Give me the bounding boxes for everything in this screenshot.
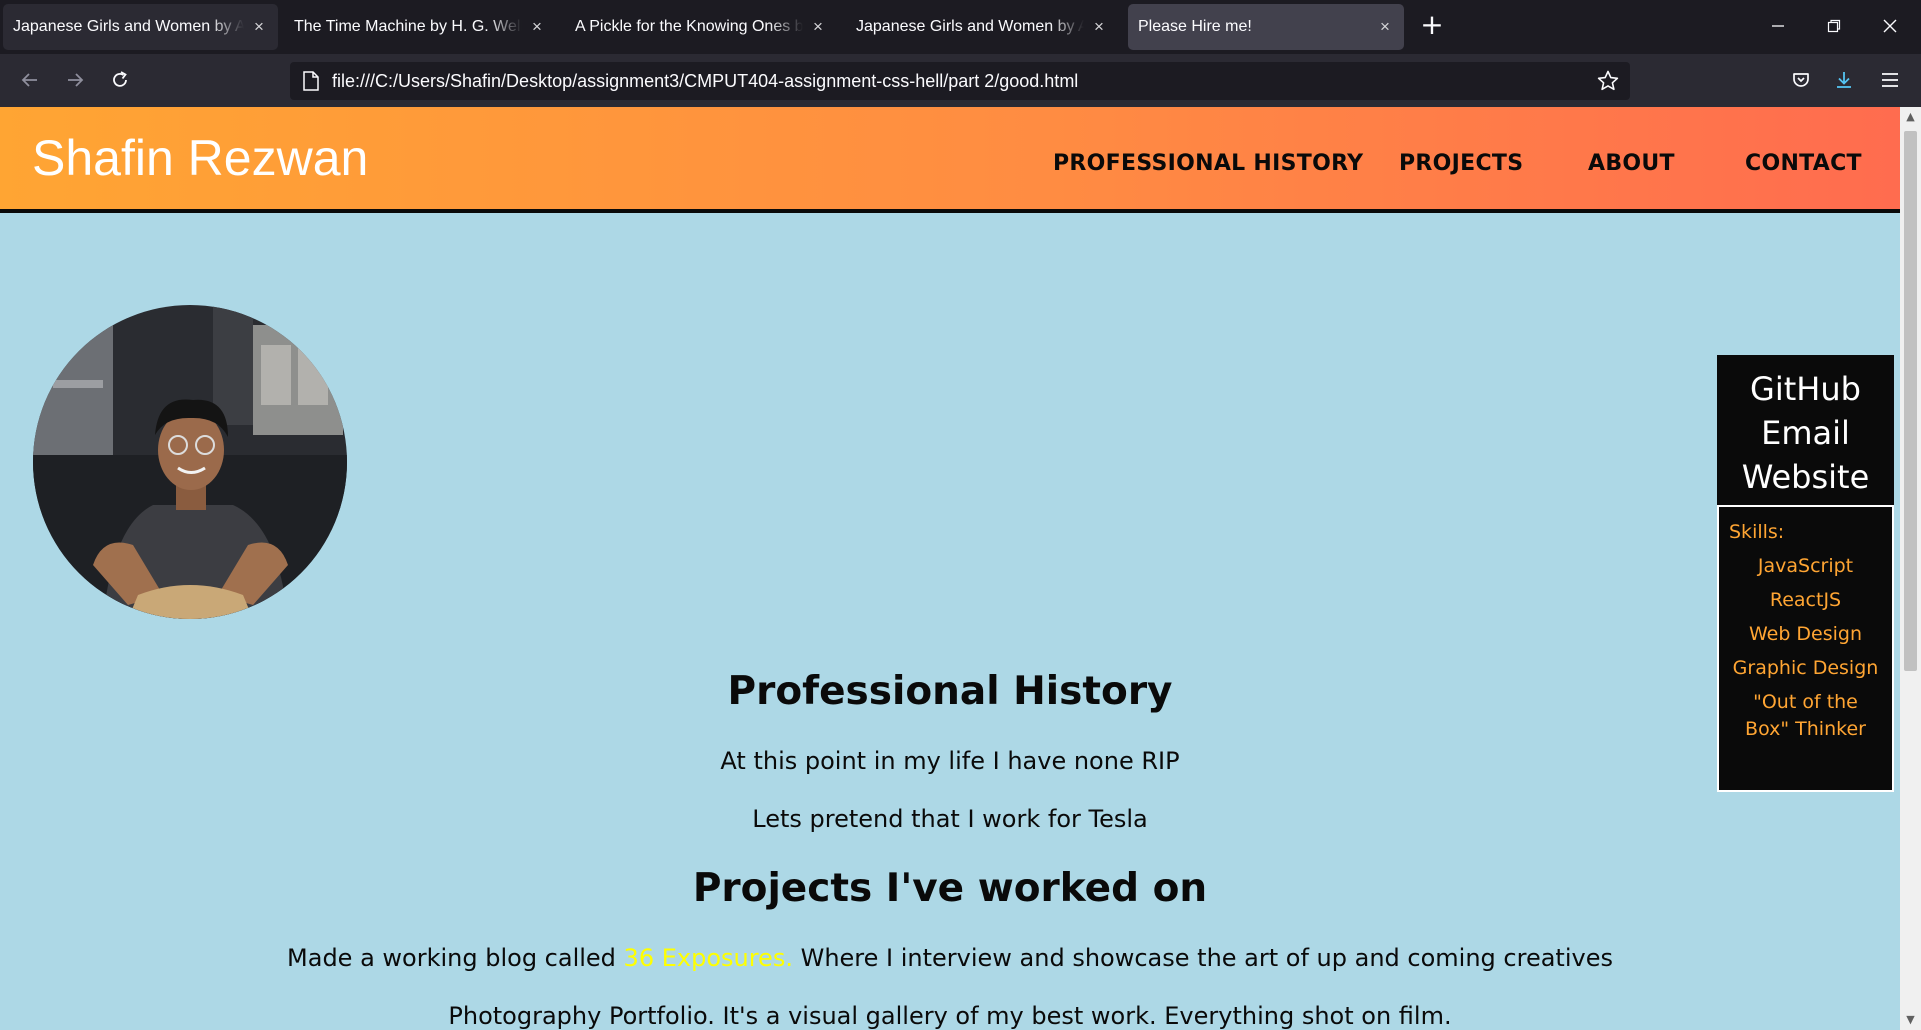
url-bar[interactable]: file:///C:/Users/Shafin/Desktop/assignme… <box>290 62 1630 100</box>
skills-heading: Skills: <box>1729 521 1785 543</box>
tab-title: A Pickle for the Knowing Ones by Ti <box>575 18 803 35</box>
nav-contact[interactable]: CONTACT <box>1745 151 1862 176</box>
back-arrow-icon[interactable] <box>16 66 44 94</box>
github-link[interactable]: GitHub <box>1717 367 1894 411</box>
project-blog-prefix: Made a working blog called <box>287 944 624 972</box>
blog-link-36-exposures[interactable]: 36 Exposures. <box>624 944 793 972</box>
nav-projects[interactable]: PROJECTS <box>1399 151 1523 176</box>
minimize-icon[interactable] <box>1762 10 1794 42</box>
close-tab-icon[interactable]: × <box>809 17 827 36</box>
browser-tab-active[interactable]: Please Hire me! × <box>1128 4 1404 50</box>
pocket-icon[interactable] <box>1787 66 1815 94</box>
hamburger-menu-icon[interactable] <box>1876 66 1904 94</box>
projects-heading: Projects I've worked on <box>692 866 1208 911</box>
site-title: Shafin Rezwan <box>32 130 369 186</box>
browser-tab[interactable]: Japanese Girls and Women by Alice × <box>846 4 1118 50</box>
page-icon <box>303 71 319 91</box>
close-window-icon[interactable] <box>1874 10 1906 42</box>
navigation-toolbar: file:///C:/Users/Shafin/Desktop/assignme… <box>0 54 1921 107</box>
website-link[interactable]: Website <box>1717 455 1894 499</box>
sidebar-card: GitHub Email Website Skills: JavaScript … <box>1717 355 1894 792</box>
restore-icon[interactable] <box>1818 10 1850 42</box>
project-photography-text: Photography Portfolio. It's a visual gal… <box>448 1002 1452 1030</box>
tab-title: The Time Machine by H. G. Wells - F <box>294 18 522 35</box>
scroll-up-arrow-icon[interactable]: ▲ <box>1900 107 1921 127</box>
page-viewport: Shafin Rezwan PROFESSIONAL HISTORY PROJE… <box>0 107 1900 1030</box>
new-tab-icon[interactable]: + <box>1418 11 1446 40</box>
nav-about[interactable]: ABOUT <box>1588 151 1675 176</box>
email-link[interactable]: Email <box>1717 411 1894 455</box>
profile-photo <box>33 305 347 619</box>
close-tab-icon[interactable]: × <box>1090 17 1108 36</box>
links-box: GitHub Email Website <box>1717 355 1894 505</box>
scrollbar-thumb[interactable] <box>1904 131 1917 671</box>
reload-icon[interactable] <box>106 66 134 94</box>
history-line: Lets pretend that I work for Tesla <box>752 805 1148 833</box>
forward-arrow-icon[interactable] <box>61 66 89 94</box>
professional-history-heading: Professional History <box>727 669 1173 714</box>
tab-bar: Japanese Girls and Women by Alice × The … <box>0 0 1921 54</box>
page-scrollbar[interactable]: ▲ ▼ <box>1900 107 1921 1030</box>
skills-list: JavaScript ReactJS Web Design Graphic De… <box>1729 553 1882 743</box>
close-tab-icon[interactable]: × <box>528 17 546 36</box>
browser-tab[interactable]: A Pickle for the Knowing Ones by Ti × <box>565 4 837 50</box>
url-text[interactable]: file:///C:/Users/Shafin/Desktop/assignme… <box>332 71 1078 92</box>
tab-title: Japanese Girls and Women by Alice <box>13 18 244 35</box>
close-tab-icon[interactable]: × <box>1376 17 1394 36</box>
download-icon[interactable] <box>1830 66 1858 94</box>
scroll-down-arrow-icon[interactable]: ▼ <box>1900 1010 1921 1030</box>
browser-tab[interactable]: Japanese Girls and Women by Alice × <box>3 4 278 50</box>
tab-title: Japanese Girls and Women by Alice <box>856 18 1084 35</box>
tab-title: Please Hire me! <box>1138 18 1252 35</box>
project-blog-suffix: Where I interview and showcase the art o… <box>792 944 1613 972</box>
skill-item: Web Design <box>1748 623 1863 645</box>
browser-tab[interactable]: The Time Machine by H. G. Wells - F × <box>284 4 556 50</box>
bookmark-star-icon[interactable] <box>1596 69 1620 93</box>
nav-professional-history[interactable]: PROFESSIONAL HISTORY <box>1053 151 1363 176</box>
history-line: At this point in my life I have none RIP <box>720 747 1180 775</box>
skill-item: ReactJS <box>1769 589 1842 611</box>
skill-item: JavaScript <box>1757 555 1854 577</box>
project-blog-text: Made a working blog called 36 Exposures.… <box>0 944 1900 972</box>
close-tab-icon[interactable]: × <box>250 17 268 36</box>
site-header: Shafin Rezwan PROFESSIONAL HISTORY PROJE… <box>0 107 1900 213</box>
